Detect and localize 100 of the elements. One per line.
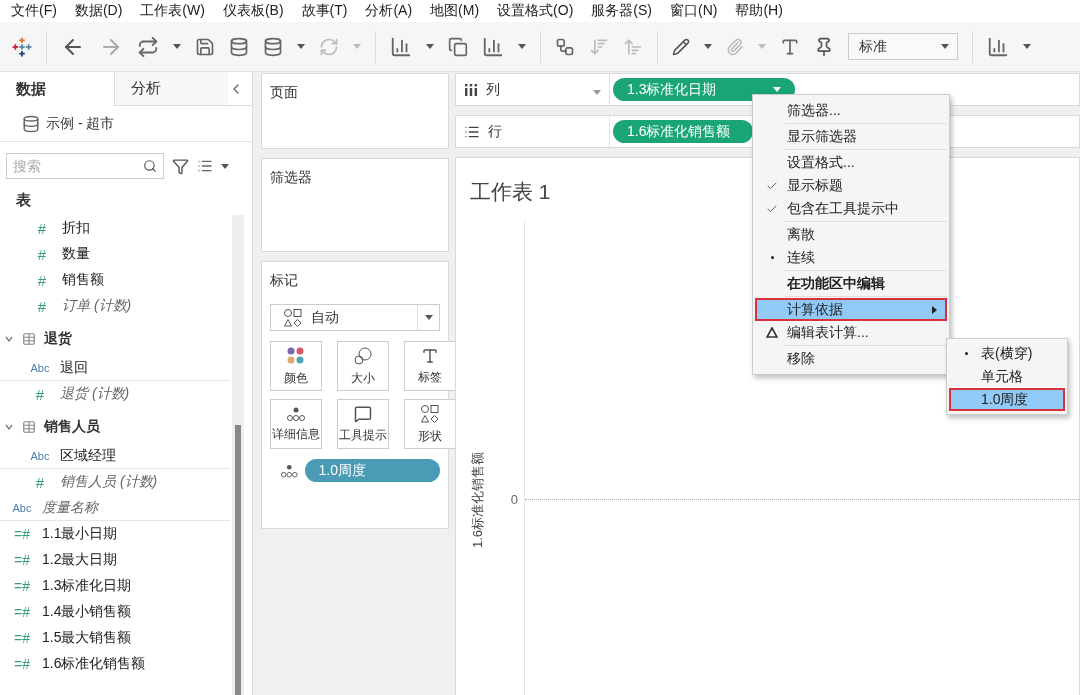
calc-measure-icon: =# (10, 578, 34, 594)
color-dots-icon (286, 345, 306, 366)
menu-bar-item[interactable]: 地图(M) (421, 2, 489, 20)
abc-icon: Abc (10, 501, 34, 514)
calc-measure-icon: =# (10, 630, 34, 646)
filter-icon[interactable] (172, 157, 189, 175)
field-name[interactable]: 1.1最小日期 (42, 525, 118, 543)
menu-bar-item[interactable]: 分析(A) (356, 2, 422, 20)
menu-bar-item[interactable]: 故事(T) (292, 2, 357, 20)
new-sheet-icon[interactable] (390, 35, 412, 58)
shapes-icon (420, 403, 440, 424)
section-heading: 表 (15, 189, 32, 210)
menu-item[interactable]: 单元格 (949, 365, 1065, 388)
shelf-label: 行 (488, 122, 502, 141)
field-name[interactable]: 度量名称 (42, 498, 98, 517)
mark-property-button[interactable]: 工具提示 (337, 399, 389, 449)
fit-select[interactable]: 标准 (848, 33, 958, 60)
size-circles-icon (353, 345, 373, 366)
field-name[interactable]: 1.6标准化销售额 (42, 655, 146, 673)
detail-dots-icon (286, 405, 306, 422)
menu-item[interactable]: 显示标题 (755, 174, 947, 197)
field-name[interactable]: 1.3标准化日期 (42, 577, 132, 595)
datasource-name[interactable]: 示例 - 超市 (46, 114, 115, 133)
field-name[interactable]: 1.2最大日期 (42, 551, 118, 569)
datasource-icon (22, 114, 40, 133)
menu-bar-item[interactable]: 服务器(S) (582, 2, 661, 20)
mark-property-button[interactable]: 详细信息 (270, 399, 322, 449)
paperclip-icon[interactable] (726, 37, 744, 56)
pane-tab[interactable]: 分析 (114, 72, 228, 106)
mark-property-button[interactable]: 形状 (404, 399, 456, 449)
field-name[interactable]: 区域经理 (60, 446, 116, 465)
menu-item[interactable]: 设置格式... (755, 151, 947, 174)
menu-bar-item[interactable]: 设置格式(O) (488, 2, 583, 20)
measure-icon: # (28, 473, 52, 491)
menu-item[interactable]: 编辑表计算... (755, 321, 947, 344)
field-name[interactable]: 1.5最大销售额 (42, 629, 132, 647)
sheet-title: 工作表 1 (470, 179, 551, 205)
field-name[interactable]: 数量 (62, 245, 90, 263)
shelf-label: 列 (486, 80, 500, 99)
logo-icon[interactable] (12, 36, 32, 57)
detail-dots-icon (280, 462, 299, 479)
save-icon[interactable] (195, 36, 215, 57)
field-name[interactable]: 1.4最小销售额 (42, 603, 132, 621)
calc-measure-icon: =# (10, 526, 34, 542)
menu-bar-item[interactable]: 帮助(H) (726, 2, 792, 20)
measure-icon: # (30, 219, 54, 237)
menu-item[interactable]: 移除 (755, 347, 947, 370)
view-list-icon[interactable] (197, 158, 213, 174)
scrollbar[interactable] (232, 215, 244, 695)
measure-icon: # (30, 245, 54, 263)
pin-icon[interactable] (814, 36, 834, 57)
menu-item[interactable]: 包含在工具提示中 (755, 197, 947, 220)
menu-item[interactable]: 筛选器... (755, 99, 947, 122)
duplicate-sheet-icon[interactable] (448, 36, 468, 57)
menu-item[interactable]: 在功能区中编辑 (755, 272, 947, 295)
card-title: 筛选器 (270, 169, 313, 187)
table-icon (22, 332, 36, 346)
search-icon (143, 159, 157, 173)
mark-property-button[interactable]: 大小 (337, 341, 389, 391)
menu-bar-item[interactable]: 仪表板(B) (213, 2, 293, 20)
menu-item[interactable]: 显示筛选器 (755, 125, 947, 148)
field-name[interactable]: 退回 (60, 358, 88, 377)
table-icon (22, 420, 36, 434)
field-name[interactable]: 订单 (计数) (62, 297, 132, 315)
calc-measure-icon: =# (10, 604, 34, 620)
field-name[interactable]: 退货 (计数) (60, 385, 130, 403)
menu-bar-item[interactable]: 工作表(W) (131, 2, 214, 20)
calc-measure-icon: =# (10, 656, 34, 672)
measure-icon: # (30, 297, 54, 315)
menu-item[interactable]: 离散 (755, 223, 947, 246)
tooltip-icon (354, 404, 372, 423)
abc-icon: Abc (28, 361, 52, 374)
menu-bar-item[interactable]: 数据(D) (65, 2, 132, 20)
axis-tick: 0 (510, 492, 518, 507)
loop-icon[interactable] (137, 35, 159, 58)
pencil-icon[interactable] (672, 37, 690, 56)
menu-item[interactable]: 表(横穿) (949, 342, 1065, 365)
menu-bar-item[interactable]: 文件(F) (2, 2, 66, 20)
menu-item[interactable]: 连续 (755, 246, 947, 269)
card-title: 标记 (270, 272, 299, 290)
shapes-icon (283, 307, 303, 328)
calc-measure-icon: =# (10, 552, 34, 568)
field-name[interactable]: 折扣 (62, 219, 90, 237)
expand-chevron-icon[interactable] (4, 334, 14, 344)
field-name[interactable]: 销售人员 (计数) (60, 473, 158, 491)
table-name[interactable]: 销售人员 (44, 418, 100, 436)
menu-bar-item[interactable]: 窗口(N) (661, 2, 727, 20)
show-me-icon[interactable] (987, 35, 1009, 58)
table-name[interactable]: 退货 (44, 330, 72, 348)
mark-property-button[interactable]: 标签 (404, 341, 456, 391)
expand-chevron-icon[interactable] (4, 422, 14, 432)
text-label-icon (421, 346, 439, 365)
menu-item[interactable]: 1.0周度 (949, 388, 1065, 411)
measure-icon: # (30, 271, 54, 289)
columns-icon (464, 82, 478, 97)
search-field[interactable]: 搜索 (6, 153, 164, 179)
mark-property-button[interactable]: 颜色 (270, 341, 322, 391)
mark-type-select[interactable]: 自动 (270, 304, 440, 331)
field-name[interactable]: 销售额 (62, 271, 104, 289)
menu-item[interactable]: 计算依据 (755, 298, 947, 321)
